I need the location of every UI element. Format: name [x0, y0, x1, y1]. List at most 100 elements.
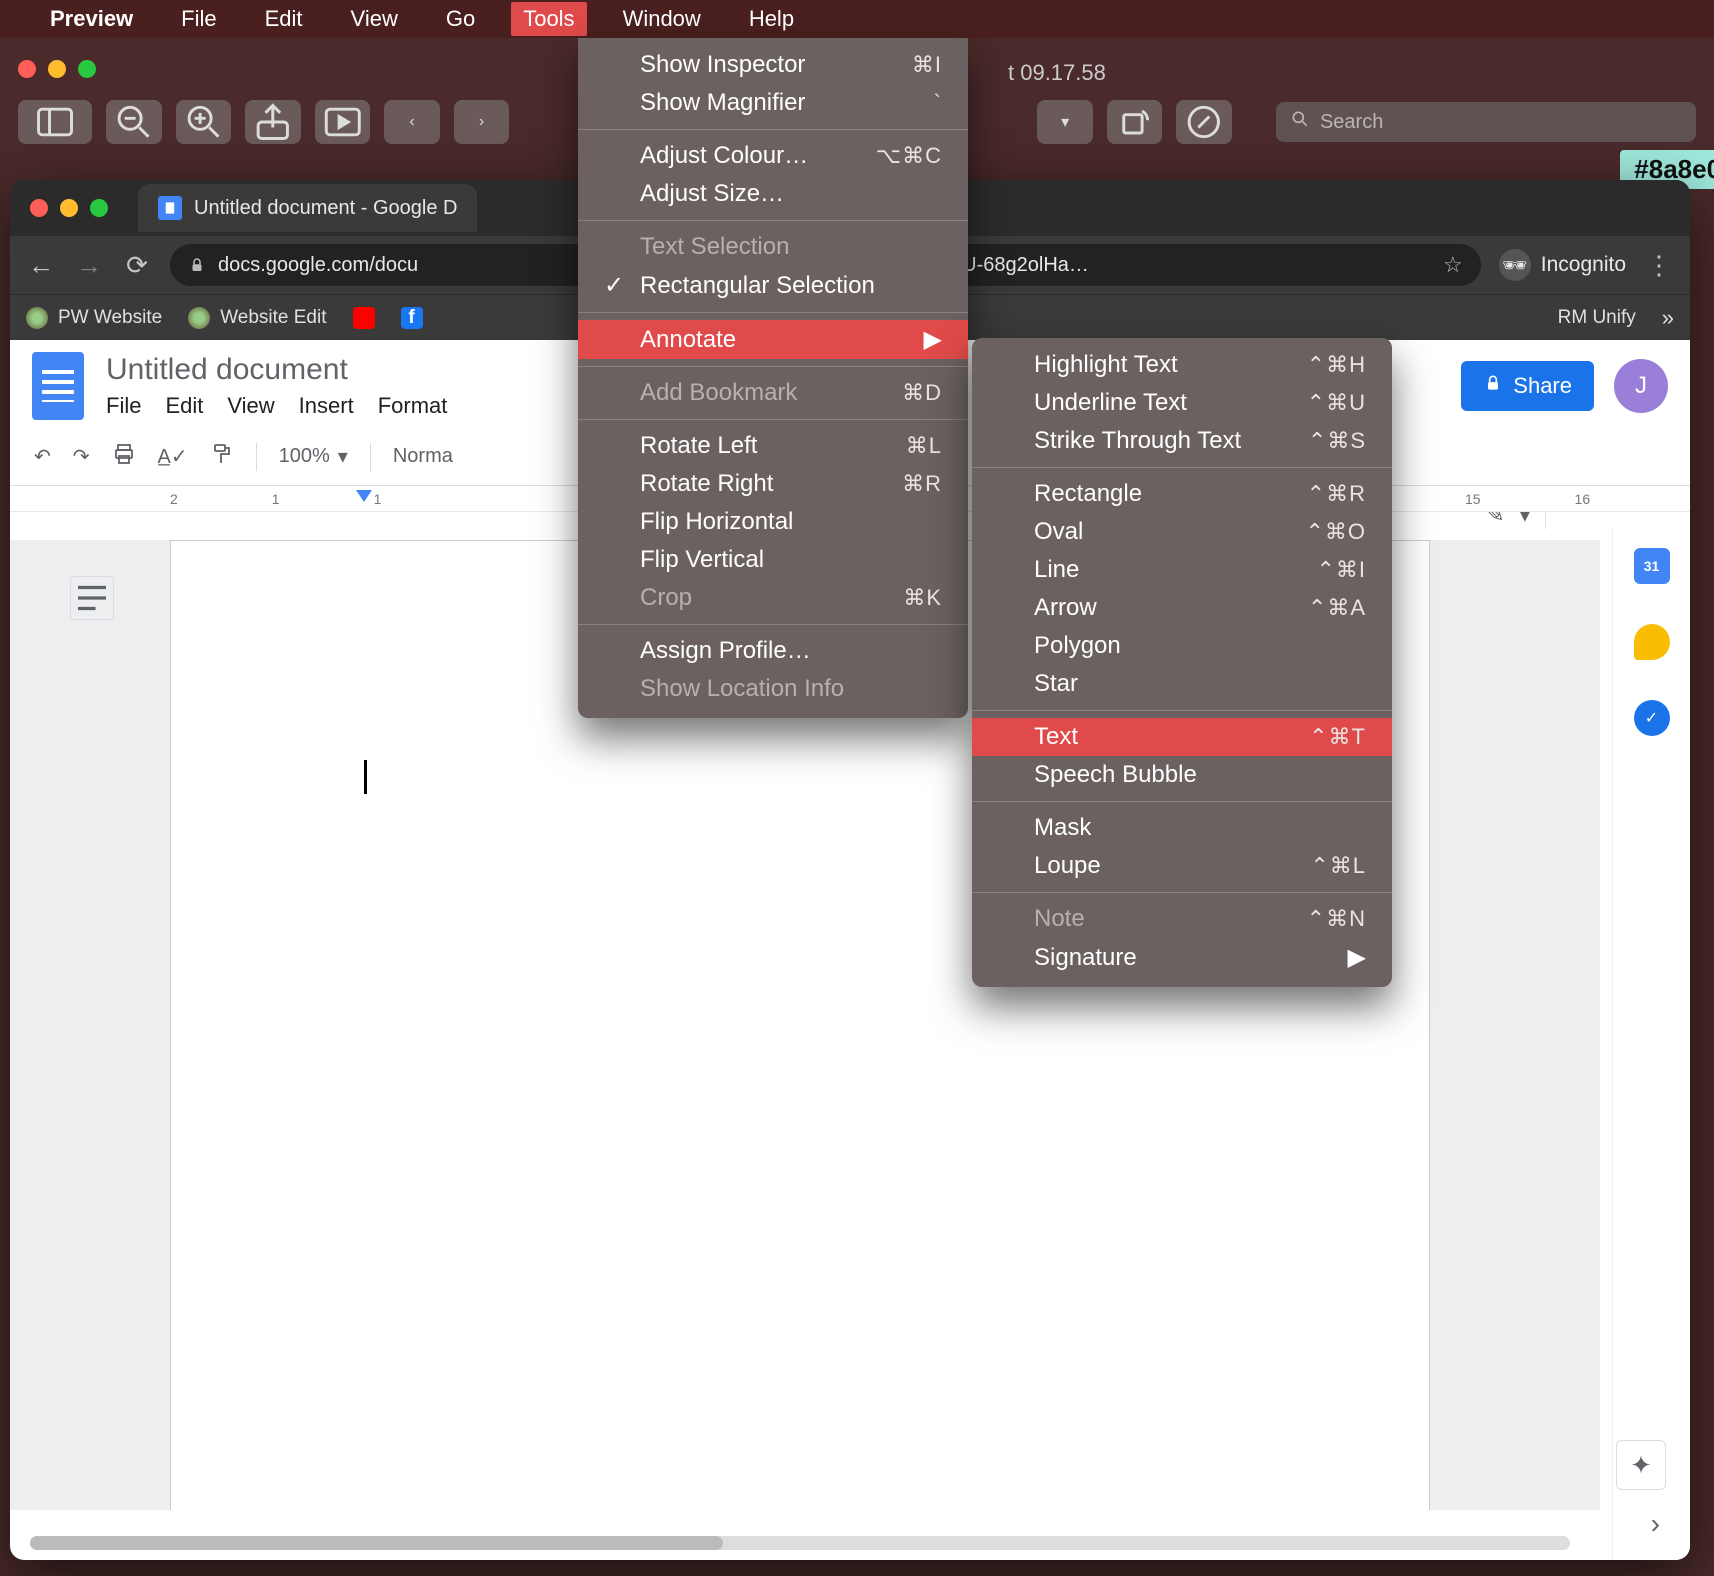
menu-item-label: Show Inspector — [640, 51, 898, 79]
tools-item-show-inspector[interactable]: Show Inspector ⌘I — [578, 46, 968, 84]
annotate-item-signature[interactable]: Signature▶ — [972, 938, 1392, 977]
spellcheck-button[interactable]: A̲✓ — [158, 444, 188, 469]
redo-button[interactable]: ↷ — [73, 444, 90, 469]
sidebar-toggle-button[interactable] — [18, 100, 92, 144]
indent-marker-icon[interactable] — [356, 490, 372, 502]
menu-window[interactable]: Window — [611, 2, 713, 36]
style-selector[interactable]: Norma — [393, 445, 453, 468]
bookmark-star-icon[interactable]: ☆ — [1443, 252, 1463, 278]
menu-item-label: Rectangular Selection — [640, 272, 928, 300]
bookmark-youtube[interactable] — [353, 307, 375, 329]
annotate-item-polygon[interactable]: Polygon — [972, 627, 1392, 665]
menu-item-label: Text Selection — [640, 233, 928, 261]
annotate-item-highlight-text[interactable]: Highlight Text⌃⌘H — [972, 346, 1392, 384]
bookmark-website-edit[interactable]: Website Edit — [188, 307, 326, 329]
highlight-button[interactable]: ▾ — [1037, 100, 1093, 144]
tools-item-rotate-left[interactable]: Rotate Left⌘L — [578, 427, 968, 465]
tools-item-flip-vertical[interactable]: Flip Vertical — [578, 541, 968, 579]
menu-separator — [578, 220, 968, 221]
avatar[interactable]: J — [1614, 359, 1668, 413]
paint-format-button[interactable] — [210, 442, 234, 472]
menu-shortcut: ` — [934, 90, 942, 116]
back-button[interactable]: ← — [26, 250, 56, 280]
rotate-button[interactable] — [1107, 100, 1163, 144]
annotate-item-line[interactable]: Line⌃⌘I — [972, 551, 1392, 589]
menu-item-label: Note — [1034, 905, 1293, 933]
side-panel-toggle-icon[interactable]: › — [1651, 1508, 1660, 1540]
minimize-button[interactable] — [48, 60, 66, 78]
docs-title[interactable]: Untitled document — [106, 353, 447, 387]
chrome-close-button[interactable] — [30, 199, 48, 217]
menu-shortcut: ⌘D — [902, 380, 942, 406]
docs-menu-insert[interactable]: Insert — [299, 393, 354, 419]
annotate-item-rectangle[interactable]: Rectangle⌃⌘R — [972, 475, 1392, 513]
docs-logo-icon[interactable] — [32, 352, 84, 420]
incognito-indicator[interactable]: 🕶 Incognito — [1499, 249, 1626, 281]
tools-item-adjust-colour[interactable]: Adjust Colour…⌥⌘C — [578, 137, 968, 175]
app-name[interactable]: Preview — [38, 2, 145, 36]
menu-file[interactable]: File — [169, 2, 228, 36]
chrome-minimize-button[interactable] — [60, 199, 78, 217]
print-button[interactable] — [112, 442, 136, 472]
tab-title: Untitled document - Google D — [194, 197, 457, 220]
next-button[interactable]: › — [454, 100, 510, 144]
docs-menu-edit[interactable]: Edit — [165, 393, 203, 419]
explore-button[interactable]: ✦ — [1616, 1440, 1666, 1490]
annotate-item-underline-text[interactable]: Underline Text⌃⌘U — [972, 384, 1392, 422]
reload-button[interactable]: ⟳ — [122, 250, 152, 280]
tasks-icon[interactable] — [1634, 700, 1670, 736]
docs-menu-file[interactable]: File — [106, 393, 141, 419]
annotate-item-loupe[interactable]: Loupe⌃⌘L — [972, 847, 1392, 885]
calendar-icon[interactable] — [1634, 548, 1670, 584]
bookmarks-overflow-icon[interactable]: » — [1662, 305, 1674, 331]
menu-help[interactable]: Help — [737, 2, 806, 36]
zoom-in-button[interactable] — [176, 100, 232, 144]
menu-item-label: Speech Bubble — [1034, 761, 1352, 789]
share-button[interactable] — [245, 100, 301, 144]
menu-view[interactable]: View — [339, 2, 410, 36]
bookmark-pw-website[interactable]: PW Website — [26, 307, 162, 329]
tools-item-rotate-right[interactable]: Rotate Right⌘R — [578, 465, 968, 503]
menu-edit[interactable]: Edit — [253, 2, 315, 36]
annotate-item-mask[interactable]: Mask — [972, 809, 1392, 847]
annotate-item-arrow[interactable]: Arrow⌃⌘A — [972, 589, 1392, 627]
menu-go[interactable]: Go — [434, 2, 487, 36]
zoom-button[interactable] — [78, 60, 96, 78]
annotate-item-text[interactable]: Text⌃⌘T — [972, 718, 1392, 756]
preview-search[interactable]: Search — [1276, 102, 1696, 142]
chrome-zoom-button[interactable] — [90, 199, 108, 217]
menu-separator — [972, 892, 1392, 893]
close-button[interactable] — [18, 60, 36, 78]
forward-button[interactable]: → — [74, 250, 104, 280]
browser-tab[interactable]: Untitled document - Google D — [138, 184, 477, 232]
annotate-item-speech-bubble[interactable]: Speech Bubble — [972, 756, 1392, 794]
tools-item-show-magnifier[interactable]: Show Magnifier` — [578, 84, 968, 122]
docs-menu-format[interactable]: Format — [378, 393, 448, 419]
annotate-item-star[interactable]: Star — [972, 665, 1392, 703]
undo-button[interactable]: ↶ — [34, 444, 51, 469]
tools-item-annotate[interactable]: Annotate▶ — [578, 320, 968, 359]
menu-tools[interactable]: Tools — [511, 2, 586, 36]
tools-item-flip-horizontal[interactable]: Flip Horizontal — [578, 503, 968, 541]
outline-toggle-button[interactable] — [70, 576, 114, 620]
tools-item-rectangular-selection[interactable]: ✓Rectangular Selection — [578, 266, 968, 305]
share-button[interactable]: Share — [1461, 361, 1594, 411]
prev-button[interactable]: ‹ — [384, 100, 440, 144]
bookmark-rm-unify[interactable]: RM Unify — [1558, 307, 1636, 329]
zoom-out-button[interactable] — [106, 100, 162, 144]
markup-button[interactable] — [1176, 100, 1232, 144]
slideshow-button[interactable] — [315, 100, 371, 144]
annotate-item-oval[interactable]: Oval⌃⌘O — [972, 513, 1392, 551]
menu-shortcut: ⌘I — [912, 52, 942, 78]
chrome-menu-button[interactable]: ⋮ — [1644, 250, 1674, 280]
menu-item-label: Text — [1034, 723, 1295, 751]
zoom-selector[interactable]: 100%▾ — [279, 444, 348, 469]
menu-shortcut: ⌃⌘I — [1316, 557, 1366, 583]
docs-menu-view[interactable]: View — [227, 393, 274, 419]
tools-item-assign-profile[interactable]: Assign Profile… — [578, 632, 968, 670]
horizontal-scrollbar[interactable] — [30, 1536, 1570, 1550]
keep-icon[interactable] — [1634, 624, 1670, 660]
bookmark-facebook[interactable]: f — [401, 307, 423, 329]
tools-item-adjust-size[interactable]: Adjust Size… — [578, 175, 968, 213]
annotate-item-strike-through-text[interactable]: Strike Through Text⌃⌘S — [972, 422, 1392, 460]
